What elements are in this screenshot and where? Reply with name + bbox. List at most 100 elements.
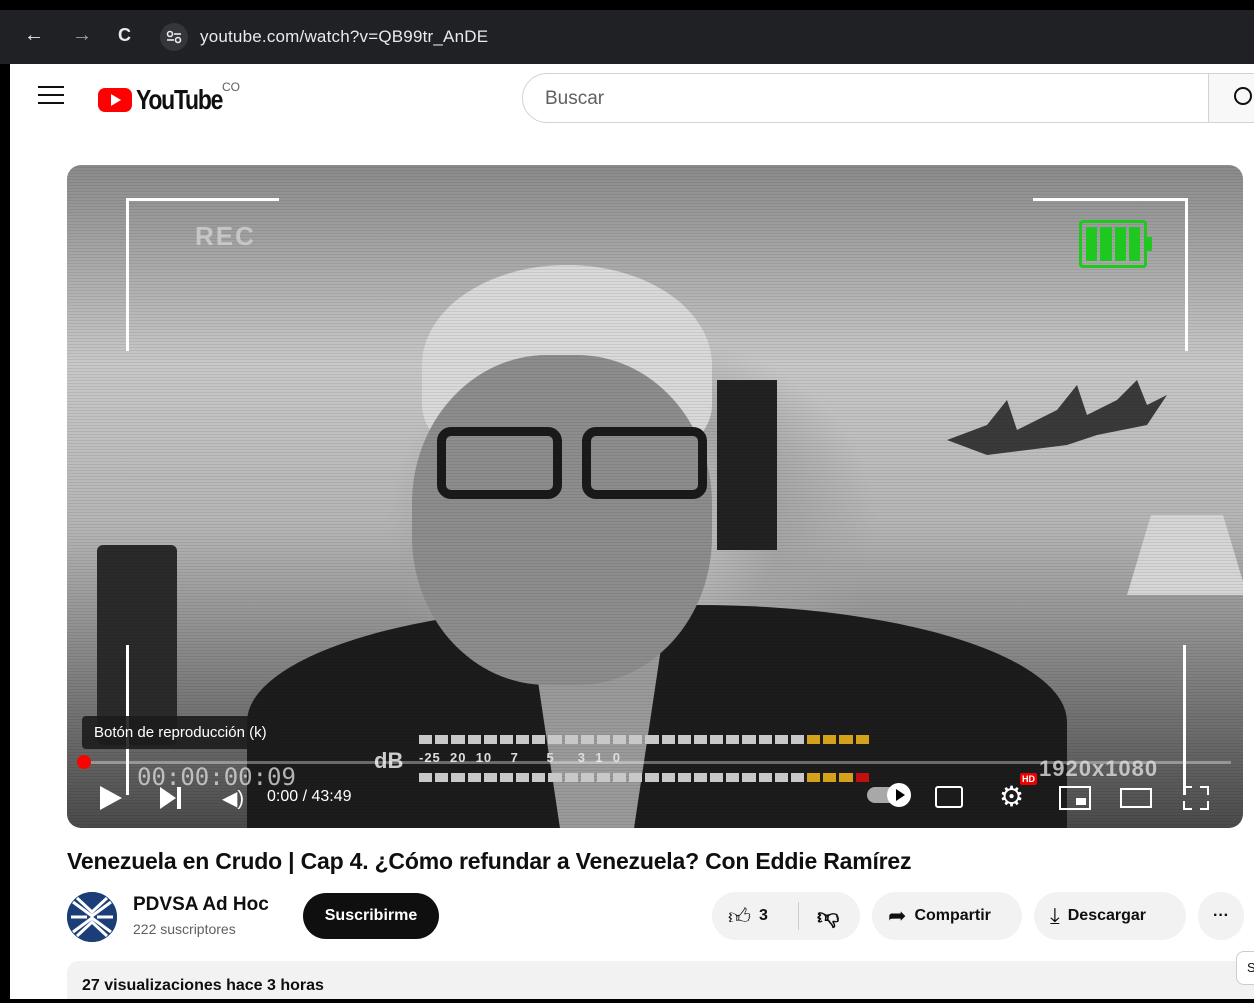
subscribe-button[interactable]: Suscribirme <box>303 893 439 939</box>
scrubber-handle[interactable] <box>77 755 91 769</box>
meter-segment <box>483 735 497 744</box>
battery-icon <box>1079 220 1152 268</box>
hd-badge: HD <box>1020 773 1037 785</box>
views-and-date: 27 visualizaciones hace 3 horas <box>82 977 324 994</box>
meter-segment <box>516 735 530 744</box>
meter-segment <box>742 773 756 782</box>
address-bar[interactable]: youtube.com/watch?v=QB99tr_AnDE <box>160 23 488 51</box>
dislike-button[interactable]: 👎︎ <box>799 903 839 930</box>
meter-segment <box>532 735 546 744</box>
forward-icon[interactable]: → <box>72 24 92 46</box>
meter-row <box>419 735 869 744</box>
meter-segment <box>807 773 821 782</box>
player-controls: ◀) 0:00 / 43:49 ⚙ HD <box>67 773 1243 816</box>
play-tooltip: Botón de reproducción (k) <box>82 716 279 749</box>
meter-segment <box>645 735 659 744</box>
more-actions-button[interactable]: ··· <box>1198 892 1244 940</box>
screen-bottom-edge <box>10 999 1254 1003</box>
viewfinder-corner <box>1183 645 1186 795</box>
autoplay-icon <box>887 783 911 807</box>
meter-segment <box>499 735 514 744</box>
meter-segment <box>710 735 724 744</box>
video-title: Venezuela en Crudo | Cap 4. ¿Cómo refund… <box>67 848 912 874</box>
meter-segment <box>451 735 465 744</box>
meter-segment <box>774 773 788 782</box>
meter-row <box>419 773 869 782</box>
share-button[interactable]: ➦ Compartir <box>872 892 1022 940</box>
search-button[interactable] <box>1209 74 1254 122</box>
meter-segment <box>758 735 772 744</box>
meter-segment <box>823 735 837 744</box>
audio-meter: -25 20 10 7 5 3 1 0 <box>419 735 869 785</box>
meter-segment <box>596 735 611 744</box>
youtube-logo[interactable]: YouTube CO <box>98 80 241 116</box>
next-icon[interactable] <box>160 787 184 809</box>
meter-segment <box>726 735 740 744</box>
meter-segment <box>548 773 562 782</box>
share-label: Compartir <box>914 907 991 924</box>
search-icon <box>1234 87 1252 105</box>
side-chip[interactable]: S <box>1236 951 1254 985</box>
meter-segment <box>451 773 465 782</box>
meter-segment <box>677 735 691 744</box>
meter-segment <box>467 773 481 782</box>
reload-icon[interactable]: C <box>118 24 131 46</box>
channel-name[interactable]: PDVSA Ad Hoc <box>133 894 269 916</box>
settings-gear-icon[interactable]: ⚙ <box>999 780 1024 813</box>
search-input[interactable] <box>543 86 1187 112</box>
meter-segment <box>419 773 433 782</box>
subscriber-count: 222 suscriptores <box>133 921 236 937</box>
video-player[interactable]: REC Botón de reproducción (k) dB -25 20 … <box>67 165 1243 828</box>
meter-segment <box>564 773 578 782</box>
site-info-icon[interactable] <box>160 23 188 51</box>
subtitles-icon[interactable] <box>935 786 963 808</box>
meter-segment <box>580 773 594 782</box>
meter-segment <box>548 735 562 744</box>
miniplayer-icon[interactable] <box>1059 786 1091 810</box>
theater-mode-icon[interactable] <box>1120 788 1152 808</box>
autoplay-toggle[interactable] <box>867 783 911 807</box>
meter-segment <box>629 735 643 744</box>
meter-segment <box>677 773 691 782</box>
url-text[interactable]: youtube.com/watch?v=QB99tr_AnDE <box>200 27 488 47</box>
meter-segment <box>532 773 546 782</box>
meter-segment <box>629 773 643 782</box>
meter-segment <box>483 773 497 782</box>
search-box[interactable] <box>522 73 1254 123</box>
meter-segment <box>839 773 853 782</box>
download-label: Descargar <box>1067 907 1147 924</box>
resolution-overlay: 1920x1080 <box>1039 756 1159 781</box>
download-button[interactable]: ⤓ Descargar <box>1034 892 1186 940</box>
share-arrow-icon: ➦ <box>888 903 907 928</box>
meter-segment <box>435 735 449 744</box>
browser-toolbar: ← → C youtube.com/watch?v=QB99tr_AnDE <box>0 10 1254 64</box>
meter-segment <box>758 773 772 782</box>
like-button[interactable]: 👍︎ 3 <box>712 903 798 930</box>
meter-segment <box>693 735 708 744</box>
meter-segment <box>790 773 805 782</box>
download-icon: ⤓ <box>1050 903 1060 928</box>
country-code: CO <box>222 80 240 94</box>
play-icon[interactable] <box>100 786 122 810</box>
meter-segment <box>645 773 659 782</box>
thumbs-up-icon: 👍︎ <box>728 903 751 929</box>
time-display: 0:00 / 43:49 <box>267 788 352 805</box>
meter-segment <box>661 735 675 744</box>
channel-avatar[interactable] <box>67 892 117 942</box>
meter-segment <box>807 735 821 744</box>
meter-segment <box>435 773 449 782</box>
meter-segment <box>823 773 837 782</box>
thumbs-down-icon: 👎︎ <box>817 903 840 929</box>
menu-icon[interactable] <box>38 86 64 110</box>
more-icon: ··· <box>1213 907 1229 924</box>
fullscreen-icon[interactable] <box>1183 786 1209 810</box>
rec-overlay: REC <box>195 221 256 251</box>
meter-segment <box>613 735 627 744</box>
meter-segment <box>467 735 481 744</box>
logo-text: YouTube <box>136 84 223 115</box>
back-icon[interactable]: ← <box>24 24 44 46</box>
like-dislike-group: 👍︎ 3 👎︎ <box>712 892 860 940</box>
volume-icon[interactable]: ◀) <box>222 786 244 811</box>
meter-segment <box>613 773 627 782</box>
meter-segment <box>580 735 594 744</box>
